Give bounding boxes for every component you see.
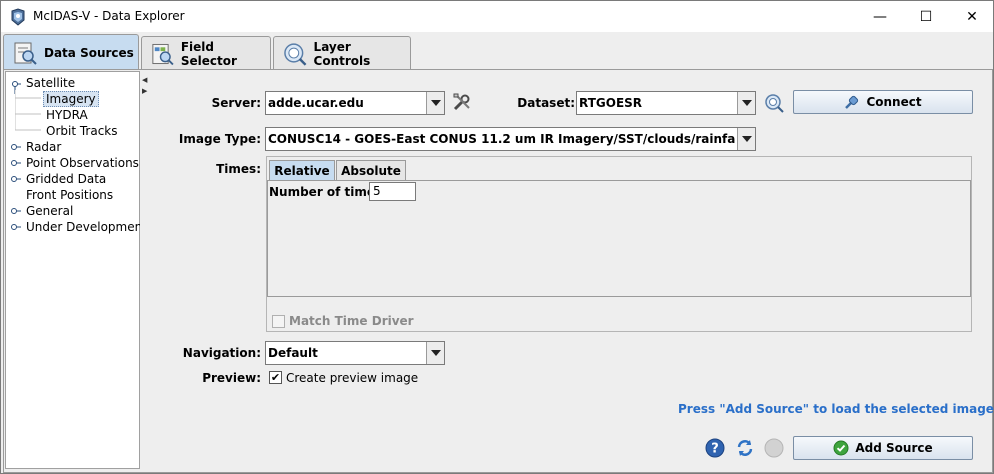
relative-times-body: Number of times: 5	[267, 180, 971, 297]
create-preview-label: Create preview image	[286, 371, 419, 385]
tree-item-radar[interactable]: Radar	[23, 139, 64, 155]
times-panel: Relative Absolute Number of times: 5 Mat…	[266, 156, 972, 332]
tab-relative[interactable]: Relative	[269, 160, 335, 181]
tree-item-orbit-tracks[interactable]: Orbit Tracks	[43, 123, 121, 139]
layer-controls-icon	[284, 42, 307, 66]
server-combo[interactable]: adde.ucar.edu	[265, 91, 445, 115]
expand-right-arrow-icon[interactable]: ▶	[142, 87, 148, 95]
connect-button[interactable]: Connect	[793, 90, 973, 114]
tree-collapsed-handle-icon[interactable]	[11, 203, 21, 219]
tree-item-general[interactable]: General	[23, 203, 76, 219]
data-source-tree[interactable]: Satellite Imagery HYDRA Orbit Tracks Rad…	[5, 71, 147, 469]
tree-collapsed-handle-icon[interactable]	[11, 219, 21, 235]
server-manager-tools-icon[interactable]	[452, 92, 472, 112]
maximize-button[interactable]: ☐	[903, 1, 949, 32]
tab-label: Layer Controls	[313, 39, 371, 68]
tab-label: Data Sources	[44, 45, 134, 60]
tree-connector	[15, 90, 41, 131]
number-of-times-input[interactable]: 5	[369, 182, 416, 201]
dataset-combo[interactable]: RTGOESR	[576, 91, 756, 115]
close-button[interactable]: ✕	[949, 1, 994, 32]
server-value: adde.ucar.edu	[268, 96, 364, 110]
match-time-driver-label: Match Time Driver	[289, 314, 414, 328]
chevron-down-icon[interactable]	[737, 128, 755, 150]
navigation-value: Default	[268, 346, 318, 360]
tree-item-front-positions[interactable]: Front Positions	[23, 187, 116, 203]
data-explorer-window: McIDAS-V - Data Explorer — ☐ ✕ Data Sour…	[0, 0, 994, 474]
add-source-button[interactable]: Add Source	[793, 436, 973, 460]
tree-collapsed-handle-icon[interactable]	[11, 139, 21, 155]
tree-item-under-development[interactable]: Under Development	[23, 219, 150, 235]
dataset-label: Dataset:	[517, 96, 575, 110]
data-sources-icon	[14, 42, 37, 65]
field-selector-icon	[152, 43, 174, 65]
tab-absolute[interactable]: Absolute	[336, 160, 406, 181]
image-type-combo[interactable]: CONUSC14 - GOES-East CONUS 11.2 um IR Im…	[265, 127, 756, 151]
svg-text:?: ?	[711, 442, 719, 457]
dataset-value: RTGOESR	[579, 96, 643, 110]
minimize-button[interactable]: —	[857, 1, 903, 32]
times-label: Times:	[216, 162, 261, 176]
help-icon[interactable]: ?	[705, 438, 725, 458]
tree-item-hydra[interactable]: HYDRA	[43, 107, 91, 123]
server-label: Server:	[211, 96, 261, 110]
tree-collapsed-handle-icon[interactable]	[11, 155, 21, 171]
tab-label: Field Selector	[180, 39, 237, 68]
tab-layer-controls[interactable]: Layer Controls	[273, 36, 411, 70]
check-circle-icon	[833, 440, 849, 456]
stop-icon[interactable]	[764, 438, 784, 458]
collapse-left-arrow-icon[interactable]: ◀	[142, 76, 148, 84]
tab-field-selector[interactable]: Field Selector	[141, 36, 271, 70]
chevron-down-icon[interactable]	[737, 92, 755, 114]
info-message: Press "Add Source" to load the selected …	[678, 402, 994, 416]
add-source-label: Add Source	[855, 441, 933, 455]
preview-label: Preview:	[202, 371, 261, 385]
navigation-combo[interactable]: Default	[265, 341, 445, 365]
minimize-icon: —	[873, 8, 887, 25]
refresh-icon[interactable]	[735, 438, 755, 458]
close-icon: ✕	[966, 8, 978, 25]
tree-item-point-observations[interactable]: Point Observations	[23, 155, 142, 171]
data-source-form: Server: adde.ucar.edu Dataset: RTGOESR C…	[151, 71, 994, 469]
connect-plug-icon	[845, 95, 859, 109]
tree-item-imagery[interactable]: Imagery	[43, 91, 99, 107]
image-type-label: Image Type:	[178, 132, 261, 146]
create-preview-checkbox[interactable]: ✔	[269, 371, 282, 384]
chevron-down-icon[interactable]	[426, 92, 444, 114]
tab-data-sources[interactable]: Data Sources	[3, 34, 139, 70]
main-tabs: Data Sources Field Selector Layer Contro…	[1, 32, 993, 70]
tree-item-gridded-data[interactable]: Gridded Data	[23, 171, 109, 187]
title-bar: McIDAS-V - Data Explorer — ☐ ✕	[1, 1, 993, 32]
image-type-value: CONUSC14 - GOES-East CONUS 11.2 um IR Im…	[268, 132, 736, 146]
connect-label: Connect	[866, 95, 922, 109]
tree-item-satellite[interactable]: Satellite	[23, 75, 78, 91]
panel-splitter[interactable]	[140, 71, 150, 469]
mcidas-app-icon	[11, 8, 25, 26]
maximize-icon: ☐	[919, 8, 933, 25]
match-time-driver-checkbox[interactable]	[272, 315, 285, 328]
navigation-label: Navigation:	[182, 346, 261, 360]
tree-collapsed-handle-icon[interactable]	[11, 171, 21, 187]
chevron-down-icon[interactable]	[426, 342, 444, 364]
dataset-search-icon[interactable]	[764, 93, 784, 113]
window-title: McIDAS-V - Data Explorer	[33, 9, 185, 23]
